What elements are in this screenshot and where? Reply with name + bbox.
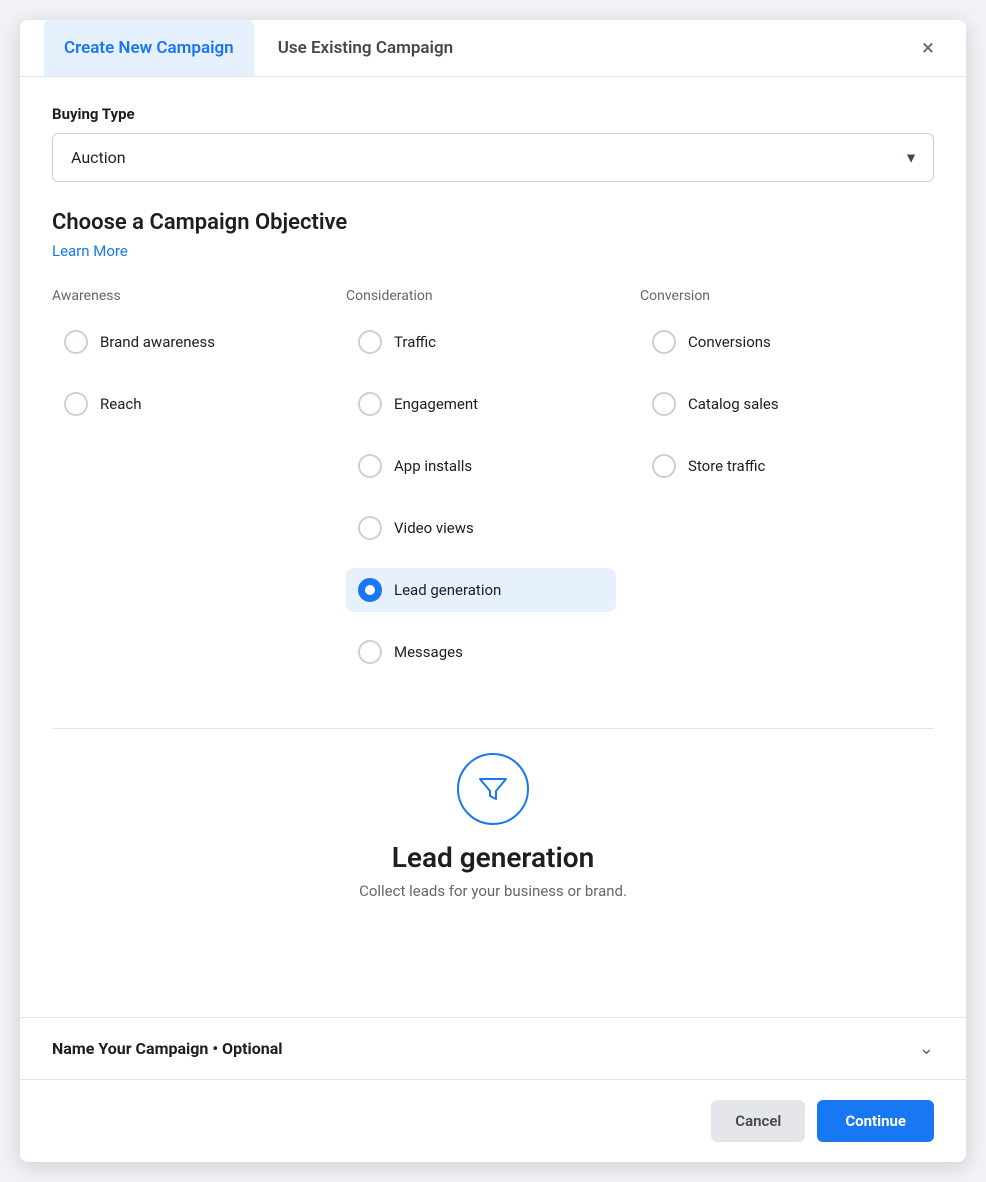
label-reach: Reach bbox=[100, 395, 141, 413]
buying-type-select[interactable]: AuctionReach and Frequency bbox=[52, 133, 934, 182]
name-campaign-section[interactable]: Name Your Campaign • Optional ⌄ bbox=[20, 1017, 966, 1079]
consideration-column: Consideration Traffic Engagement App ins… bbox=[346, 288, 640, 692]
label-engagement: Engagement bbox=[394, 395, 478, 413]
label-messages: Messages bbox=[394, 643, 463, 661]
selected-objective-info: Lead generation Collect leads for your b… bbox=[52, 728, 934, 932]
create-campaign-modal: Create New Campaign Use Existing Campaig… bbox=[20, 20, 966, 1162]
radio-lead-generation bbox=[358, 578, 382, 602]
option-traffic[interactable]: Traffic bbox=[346, 320, 616, 364]
objective-grid: Awareness Brand awareness Reach Consider… bbox=[52, 288, 934, 692]
label-video-views: Video views bbox=[394, 519, 474, 537]
objective-title: Choose a Campaign Objective bbox=[52, 210, 934, 235]
label-catalog-sales: Catalog sales bbox=[688, 395, 779, 413]
label-conversions: Conversions bbox=[688, 333, 771, 351]
conversion-column-title: Conversion bbox=[640, 288, 910, 304]
learn-more-link[interactable]: Learn More bbox=[52, 242, 128, 260]
selected-objective-title: Lead generation bbox=[392, 841, 594, 874]
conversion-column: Conversion Conversions Catalog sales Sto… bbox=[640, 288, 934, 692]
campaign-objective-section: Choose a Campaign Objective Learn More A… bbox=[52, 210, 934, 692]
radio-store-traffic bbox=[652, 454, 676, 478]
buying-type-select-wrapper: AuctionReach and Frequency ▼ bbox=[52, 133, 934, 182]
option-catalog-sales[interactable]: Catalog sales bbox=[640, 382, 910, 426]
modal-body: Buying Type AuctionReach and Frequency ▼… bbox=[20, 77, 966, 1017]
option-store-traffic[interactable]: Store traffic bbox=[640, 444, 910, 488]
option-messages[interactable]: Messages bbox=[346, 630, 616, 674]
label-traffic: Traffic bbox=[394, 333, 436, 351]
option-lead-generation[interactable]: Lead generation bbox=[346, 568, 616, 612]
tab-create-new-campaign[interactable]: Create New Campaign bbox=[44, 20, 254, 76]
name-campaign-label: Name Your Campaign • Optional bbox=[52, 1039, 283, 1058]
option-app-installs[interactable]: App installs bbox=[346, 444, 616, 488]
option-reach[interactable]: Reach bbox=[52, 382, 322, 426]
close-button[interactable]: × bbox=[910, 30, 946, 66]
buying-type-label: Buying Type bbox=[52, 105, 934, 123]
continue-button[interactable]: Continue bbox=[817, 1100, 934, 1142]
radio-traffic bbox=[358, 330, 382, 354]
radio-brand-awareness bbox=[64, 330, 88, 354]
option-brand-awareness[interactable]: Brand awareness bbox=[52, 320, 322, 364]
label-lead-generation: Lead generation bbox=[394, 581, 501, 599]
selected-objective-description: Collect leads for your business or brand… bbox=[359, 882, 627, 900]
radio-reach bbox=[64, 392, 88, 416]
label-store-traffic: Store traffic bbox=[688, 457, 765, 475]
modal-footer: Cancel Continue bbox=[20, 1079, 966, 1162]
awareness-column: Awareness Brand awareness Reach bbox=[52, 288, 346, 692]
label-brand-awareness: Brand awareness bbox=[100, 333, 215, 351]
label-app-installs: App installs bbox=[394, 457, 472, 475]
option-conversions[interactable]: Conversions bbox=[640, 320, 910, 364]
radio-app-installs bbox=[358, 454, 382, 478]
chevron-down-icon: ⌄ bbox=[919, 1038, 934, 1059]
radio-catalog-sales bbox=[652, 392, 676, 416]
option-engagement[interactable]: Engagement bbox=[346, 382, 616, 426]
radio-engagement bbox=[358, 392, 382, 416]
radio-messages bbox=[358, 640, 382, 664]
option-video-views[interactable]: Video views bbox=[346, 506, 616, 550]
buying-type-section: Buying Type AuctionReach and Frequency ▼ bbox=[52, 105, 934, 182]
radio-video-views bbox=[358, 516, 382, 540]
tab-use-existing-campaign[interactable]: Use Existing Campaign bbox=[258, 20, 473, 76]
consideration-column-title: Consideration bbox=[346, 288, 616, 304]
modal-header: Create New Campaign Use Existing Campaig… bbox=[20, 20, 966, 77]
selected-icon-circle bbox=[457, 753, 529, 825]
funnel-icon bbox=[475, 771, 511, 807]
awareness-column-title: Awareness bbox=[52, 288, 322, 304]
cancel-button[interactable]: Cancel bbox=[711, 1100, 805, 1142]
radio-conversions bbox=[652, 330, 676, 354]
